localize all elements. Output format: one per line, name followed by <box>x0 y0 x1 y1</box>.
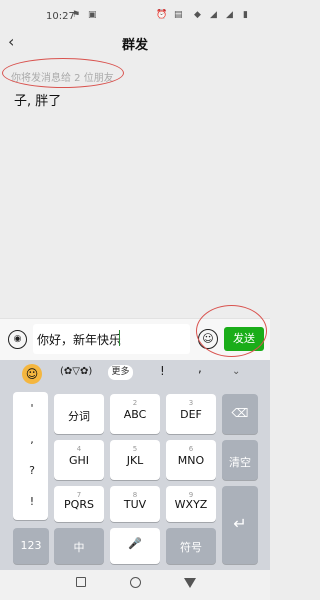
key-fenci[interactable]: 分词 <box>54 394 104 434</box>
annotation-ellipse-send <box>196 305 267 357</box>
key-number: 3 <box>188 399 194 407</box>
key-abc[interactable]: 2 ABC <box>110 394 160 434</box>
page-title: 群发 <box>121 38 148 53</box>
nfc-icon: ▤ <box>174 10 183 20</box>
back-nav-icon[interactable] <box>184 578 196 588</box>
key-label: ABC <box>123 408 147 421</box>
key-mno[interactable]: 6 MNO <box>166 440 216 480</box>
key-label: 中 <box>73 541 85 554</box>
punct-exclaim[interactable]: ! <box>16 495 48 508</box>
key-label: 123 <box>20 539 42 552</box>
key-tuv[interactable]: 8 TUV <box>110 486 160 522</box>
annotation-ellipse <box>2 58 124 88</box>
message-input[interactable] <box>33 324 190 354</box>
header: ‹ 群发 <box>0 30 270 56</box>
key-pqrs[interactable]: 7 PQRS <box>54 486 104 522</box>
key-number: 6 <box>188 445 194 453</box>
key-number: 2 <box>132 399 138 407</box>
more-button[interactable]: 更多 <box>108 365 133 380</box>
key-ghi[interactable]: 4 GHI <box>54 440 104 480</box>
wifi-icon: ◆ <box>194 10 201 20</box>
image-icon: ▣ <box>88 10 97 20</box>
battery-icon: ▮ <box>243 10 248 20</box>
language-key[interactable]: 中 <box>54 528 104 564</box>
key-wxyz[interactable]: 9 WXYZ <box>166 486 216 522</box>
status-bar: 10:27 ⚑ ▣ ⏰ ▤ ◆ ◢ ◢ ▮ <box>0 0 270 30</box>
comma-button[interactable]: , <box>198 361 202 375</box>
text-caret <box>119 330 120 346</box>
enter-key[interactable]: ↵ <box>222 486 258 564</box>
flag-icon: ⚑ <box>72 10 81 20</box>
backspace-key[interactable]: ⌫ <box>222 394 258 434</box>
key-label: GHI <box>68 454 90 467</box>
key-label: JKL <box>126 454 144 467</box>
key-def[interactable]: 3 DEF <box>166 394 216 434</box>
microphone-icon: 🎤 <box>128 537 142 550</box>
key-number: 5 <box>132 445 138 453</box>
status-time: 10:27 <box>46 11 75 22</box>
exclaim-button[interactable]: ! <box>160 364 165 378</box>
collapse-keyboard-icon[interactable]: ⌄ <box>232 366 240 377</box>
kaomoji-button[interactable]: (✿▽✿) <box>60 366 92 377</box>
key-jkl[interactable]: 5 JKL <box>110 440 160 480</box>
punct-question[interactable]: ? <box>16 464 48 477</box>
key-label: 符号 <box>180 541 202 554</box>
key-label: DEF <box>180 408 202 421</box>
enter-icon: ↵ <box>233 514 247 533</box>
number-key[interactable]: 123 <box>13 528 49 564</box>
key-label: PQRS <box>64 498 94 511</box>
punct-comma[interactable]: , <box>16 433 48 446</box>
signal-icon: ◢ <box>210 10 217 20</box>
signal-2-icon: ◢ <box>226 10 233 20</box>
key-label: 清空 <box>229 456 251 469</box>
punct-apostrophe[interactable]: ' <box>16 402 48 415</box>
space-key[interactable]: 🎤 <box>110 528 160 564</box>
recipients-list: 子, 胖了 <box>14 94 62 109</box>
key-label: WXYZ <box>174 498 208 511</box>
clear-key[interactable]: 清空 <box>222 440 258 480</box>
key-number: 4 <box>76 445 82 453</box>
key-label: 分词 <box>68 410 90 423</box>
alarm-icon: ⏰ <box>156 10 168 20</box>
recent-apps-icon[interactable] <box>76 577 86 587</box>
emoji-icon[interactable]: ☺ <box>22 364 42 384</box>
key-label: MNO <box>177 454 205 467</box>
symbol-key[interactable]: 符号 <box>166 528 216 564</box>
home-icon[interactable] <box>130 577 141 588</box>
backspace-icon: ⌫ <box>231 406 249 420</box>
key-label: TUV <box>123 498 147 511</box>
voice-icon[interactable]: ◉ <box>8 330 27 349</box>
